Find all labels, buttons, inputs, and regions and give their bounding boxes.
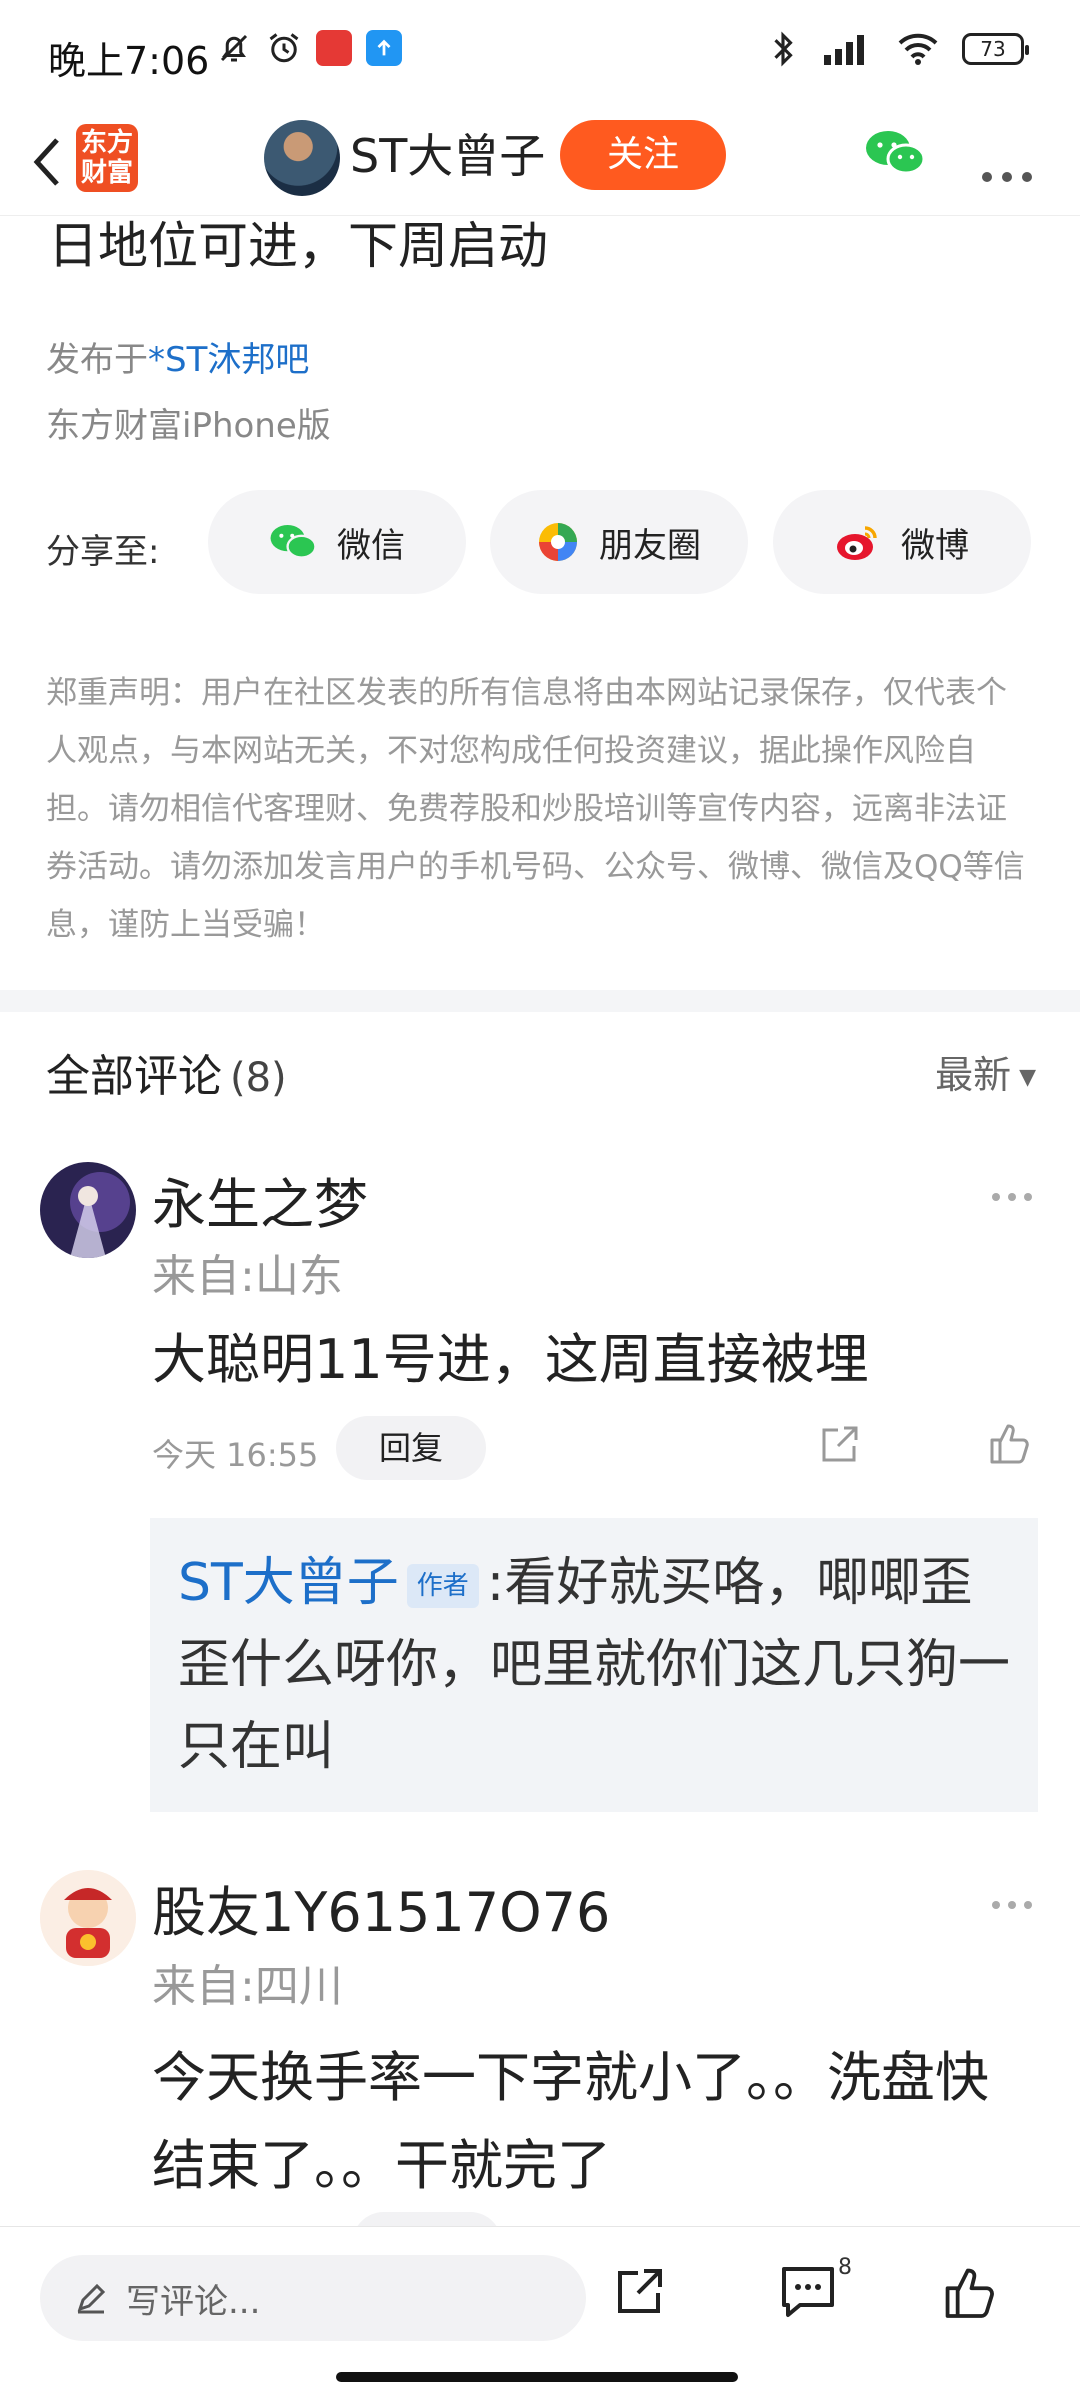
- comment-more-button[interactable]: [990, 1172, 1034, 1212]
- thumbs-up-icon: [990, 1424, 1029, 1464]
- comments-button[interactable]: [778, 2263, 838, 2325]
- bluetooth-icon: [774, 31, 793, 67]
- logo-text-line1: 东方: [80, 128, 133, 158]
- home-indicator[interactable]: [336, 2372, 738, 2382]
- app-blue-upload-icon: [366, 30, 402, 66]
- comment-text: 今天换手率一下字就小了。。洗盘快结束了。。干就完了: [152, 2046, 989, 2197]
- thumbs-up-icon: [945, 2268, 994, 2318]
- bar-link[interactable]: *ST沐邦吧: [148, 340, 309, 380]
- share-weibo-button[interactable]: 微博: [773, 490, 1031, 594]
- status-time: 晚上7:06: [48, 39, 210, 83]
- comment-time: 今天 16:55: [152, 1436, 319, 1474]
- wechat-icon: [270, 524, 317, 559]
- back-button[interactable]: [16, 128, 76, 196]
- share-moments-button[interactable]: 朋友圈: [490, 490, 748, 594]
- like-post-button[interactable]: [940, 2263, 998, 2325]
- reply-content: ST大曾子 作者:看好就买咯，唧唧歪歪什么呀你，吧里就你们这几只狗一只在叫: [178, 1542, 1010, 1788]
- author-name[interactable]: ST大曾子: [350, 124, 545, 188]
- comment-bubble-icon: [782, 2267, 834, 2317]
- commenter-location: 来自:四川: [152, 1961, 343, 2012]
- post-nav-bar: 东方 财富 ST大曾子 关注: [0, 108, 1080, 216]
- publish-info: 发布于*ST沐邦吧: [46, 332, 309, 381]
- section-divider: [0, 990, 1080, 1012]
- status-system-icons: 73: [768, 30, 1029, 68]
- share-icon: [618, 2269, 662, 2313]
- share-label: 分享至:: [46, 532, 160, 572]
- wechat-share-button[interactable]: [864, 128, 926, 182]
- comments-header: 全部评论 (8) 最新 ▼: [46, 1040, 1036, 1110]
- share-wechat-button[interactable]: 微信: [208, 490, 466, 594]
- status-notification-icons: [216, 30, 402, 66]
- share-post-button[interactable]: [612, 2263, 668, 2323]
- comment-share-button[interactable]: [818, 1422, 862, 1470]
- device-info: 东方财富iPhone版: [46, 406, 331, 446]
- commenter-avatar[interactable]: [40, 1162, 136, 1258]
- comment-text: 大聪明11号进，这周直接被埋: [152, 1328, 869, 1391]
- reply-button[interactable]: 回复: [336, 1416, 486, 1480]
- more-options-button[interactable]: [980, 148, 1034, 194]
- pencil-icon: [77, 2283, 106, 2314]
- share-row: 分享至: 微信 朋友圈 微博: [46, 490, 1046, 598]
- comment-more-button[interactable]: [990, 1880, 1034, 1920]
- status-bar: 晚上7:06 73: [0, 0, 1080, 108]
- share-moments-label: 朋友圈: [599, 525, 701, 566]
- moments-icon: [539, 523, 577, 561]
- comments-count: (8): [230, 1055, 287, 1101]
- weibo-icon: [837, 526, 877, 560]
- more-horizontal-icon: [992, 1193, 1032, 1201]
- sort-label: 最新: [935, 1053, 1012, 1097]
- follow-button[interactable]: 关注: [560, 120, 726, 190]
- bell-off-icon: [220, 34, 248, 62]
- more-horizontal-icon: [982, 172, 1032, 182]
- commenter-name[interactable]: 股友1Y61517O76: [152, 1868, 610, 1947]
- post-title: 日地位可进，下周启动: [48, 217, 548, 275]
- comment-like-button[interactable]: [986, 1420, 1032, 1470]
- sort-dropdown[interactable]: 最新 ▼: [935, 1044, 1036, 1099]
- signal-icon: [824, 35, 864, 65]
- commenter-avatar[interactable]: [40, 1870, 136, 1966]
- author-badge: 作者: [406, 1564, 479, 1608]
- battery-indicator: 73: [962, 33, 1029, 65]
- chevron-left-icon: [33, 138, 59, 186]
- comment-input-placeholder: 写评论...: [126, 2281, 261, 2322]
- logo-text-line2: 财富: [80, 158, 133, 188]
- share-weibo-label: 微博: [901, 525, 969, 566]
- author-reply-box: ST大曾子 作者:看好就买咯，唧唧歪歪什么呀你，吧里就你们这几只狗一只在叫: [150, 1518, 1038, 1812]
- more-horizontal-icon: [992, 1901, 1032, 1909]
- comments-title: 全部评论: [46, 1051, 222, 1102]
- wifi-icon: [898, 33, 938, 65]
- published-prefix: 发布于: [46, 340, 148, 380]
- reply-author-name[interactable]: ST大曾子: [178, 1553, 399, 1613]
- share-wechat-label: 微信: [337, 525, 405, 566]
- disclaimer-text: 郑重声明：用户在社区发表的所有信息将由本网站记录保存，仅代表个人观点，与本网站无…: [46, 675, 1025, 943]
- comment-count-badge: 8: [838, 2255, 852, 2280]
- author-avatar[interactable]: [264, 120, 340, 196]
- caret-down-icon: ▼: [1019, 1065, 1036, 1090]
- commenter-location: 来自:山东: [152, 1251, 343, 1302]
- eastmoney-logo[interactable]: 东方 财富: [76, 124, 138, 192]
- commenter-name[interactable]: 永生之梦: [152, 1160, 368, 1239]
- comment-input[interactable]: 写评论...: [40, 2255, 586, 2341]
- alarm-icon: [269, 33, 299, 63]
- share-icon: [822, 1426, 858, 1462]
- app-red-icon: [316, 30, 352, 66]
- wechat-icon: [866, 131, 926, 175]
